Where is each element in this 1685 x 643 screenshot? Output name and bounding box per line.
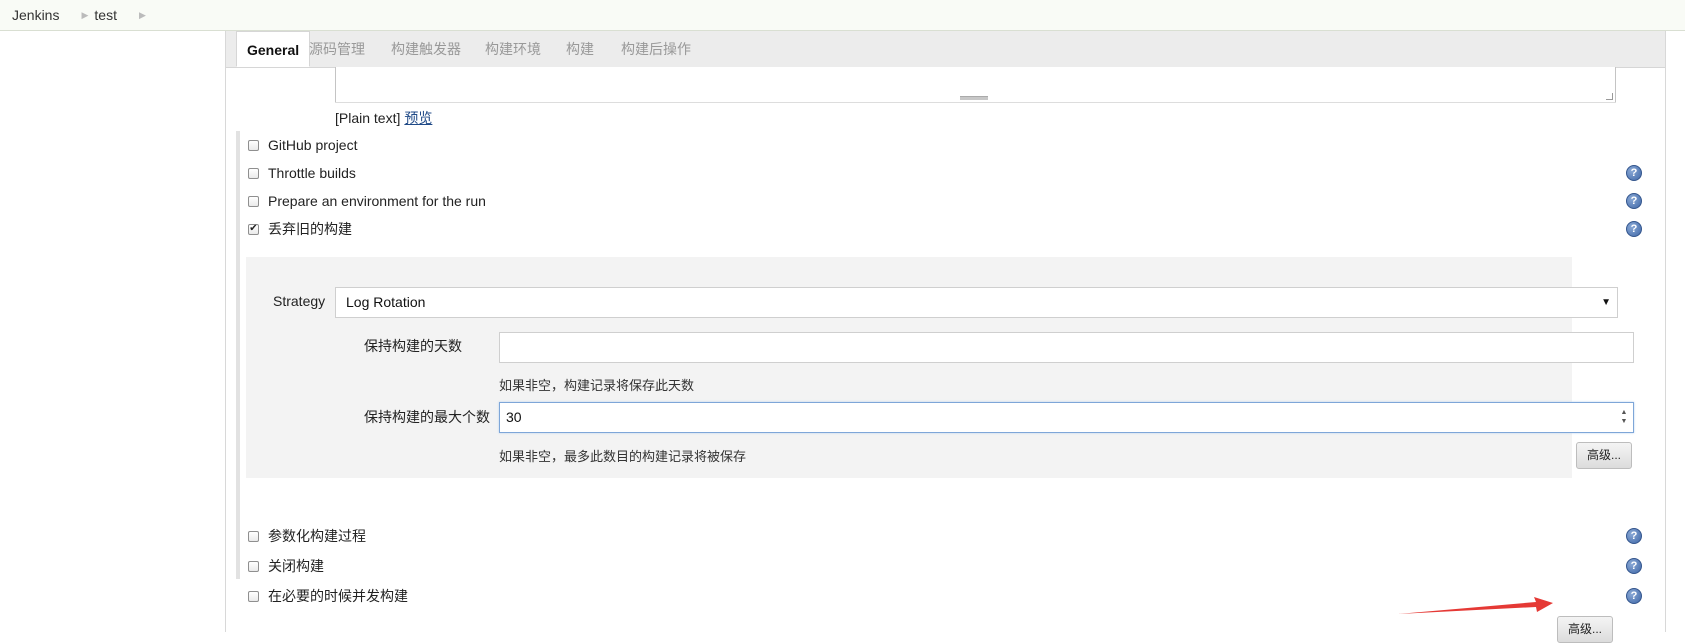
option-label: 参数化构建过程	[268, 528, 366, 544]
help-icon[interactable]: ?	[1626, 558, 1642, 574]
preview-link[interactable]: 预览	[404, 110, 432, 126]
section-bar	[236, 131, 240, 579]
max-builds-hint: 如果非空，最多此数目的构建记录将被保存	[499, 449, 747, 464]
option-label: 在必要的时候并发构建	[268, 588, 408, 604]
github-project-checkbox[interactable]	[248, 139, 259, 151]
breadcrumb: Jenkins ▶ test ▶	[0, 0, 1685, 31]
days-hint: 如果非空，构建记录将保存此天数	[499, 378, 695, 393]
config-panel: General 源码管理 构建触发器 构建环境 构建 构建后操作 [Plain …	[225, 31, 1666, 643]
help-icon[interactable]: ?	[1626, 588, 1642, 604]
option-parameterized: 参数化构建过程	[248, 524, 366, 548]
dropdown-arrow-icon: ▼	[1601, 297, 1611, 308]
tab-scm[interactable]: 源码管理	[309, 31, 365, 67]
tab-post-build[interactable]: 构建后操作	[621, 31, 691, 67]
max-builds-input[interactable]: 30 ▲ ▼	[499, 402, 1634, 433]
chevron-right-icon[interactable]: ▶	[139, 10, 146, 21]
discard-old-builds-checkbox[interactable]: ✔	[248, 223, 259, 235]
plain-text-label: [Plain text]	[335, 110, 401, 126]
textarea-grip[interactable]	[960, 96, 988, 100]
tab-build-environment[interactable]: 构建环境	[485, 31, 541, 67]
help-icon[interactable]: ?	[1626, 528, 1642, 544]
side-panel	[0, 31, 225, 632]
divider	[335, 102, 1616, 103]
breadcrumb-test[interactable]: test	[94, 7, 117, 23]
description-format: [Plain text] 预览	[335, 108, 432, 128]
option-concurrent-builds: 在必要的时候并发构建	[248, 584, 408, 608]
option-label: Prepare an environment for the run	[268, 193, 486, 209]
tab-build-triggers[interactable]: 构建触发器	[391, 31, 461, 67]
option-label: GitHub project	[268, 137, 358, 153]
option-label: 关闭构建	[268, 558, 324, 574]
concurrent-builds-checkbox[interactable]	[248, 590, 259, 602]
throttle-builds-checkbox[interactable]	[248, 167, 259, 179]
option-github-project: GitHub project	[248, 133, 357, 157]
prepare-environment-checkbox[interactable]	[248, 195, 259, 207]
days-label: 保持构建的天数	[364, 338, 462, 354]
disable-build-checkbox[interactable]	[248, 560, 259, 572]
max-builds-label: 保持构建的最大个数	[364, 409, 490, 425]
breadcrumb-jenkins[interactable]: Jenkins	[12, 7, 59, 23]
parameterized-checkbox[interactable]	[248, 530, 259, 542]
help-icon[interactable]: ?	[1626, 193, 1642, 209]
tab-build[interactable]: 构建	[566, 31, 594, 67]
resize-handle-icon[interactable]	[1606, 93, 1613, 100]
help-icon[interactable]: ?	[1626, 165, 1642, 181]
option-disable-build: 关闭构建	[248, 554, 324, 578]
help-icon[interactable]: ?	[1626, 221, 1642, 237]
strategy-select[interactable]: Log Rotation ▼	[335, 287, 1618, 318]
chevron-right-icon[interactable]: ▶	[81, 10, 88, 21]
option-discard-old-builds: ✔ 丢弃旧的构建	[248, 217, 352, 241]
option-label: 丢弃旧的构建	[268, 221, 352, 237]
spinner-arrows-icon[interactable]: ▲ ▼	[1620, 408, 1628, 426]
option-label: Throttle builds	[268, 165, 356, 181]
option-prepare-environment: Prepare an environment for the run	[248, 189, 486, 213]
strategy-label: Strategy	[273, 293, 326, 309]
option-throttle-builds: Throttle builds	[248, 161, 356, 185]
discard-advanced-button[interactable]: 高级...	[1576, 442, 1633, 469]
general-advanced-button[interactable]: 高级...	[1557, 616, 1614, 643]
strategy-value: Log Rotation	[346, 294, 426, 310]
days-to-keep-input[interactable]	[499, 332, 1634, 363]
tab-general[interactable]: General	[236, 31, 311, 67]
tab-bar: General 源码管理 构建触发器 构建环境 构建 构建后操作	[226, 31, 1665, 68]
max-builds-value: 30	[506, 409, 522, 425]
